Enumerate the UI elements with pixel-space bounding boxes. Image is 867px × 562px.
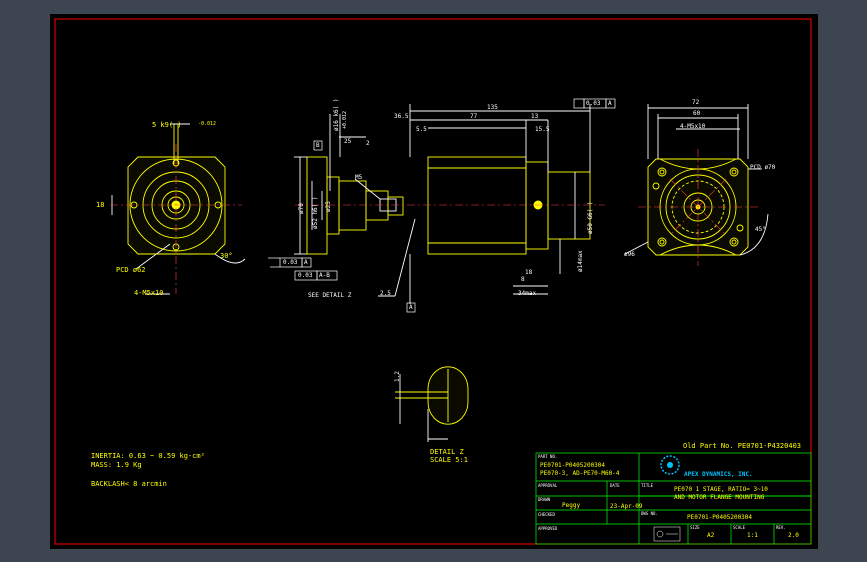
datum-a: A (409, 304, 413, 311)
dim-77: 77 (470, 113, 478, 120)
par-value: 0.03 (586, 100, 601, 107)
dim-13: 13 (531, 113, 539, 120)
dim-motor-pilot: ø50 G6( ) (587, 201, 594, 234)
company-name: APEX DYNAMICS, INC. (684, 471, 753, 478)
part-no-2: PE070-3, AD-PE70-M60-4 (540, 470, 620, 477)
front-dim-18: 18 (96, 201, 105, 209)
old-part-number: Old Part No. PE0701-P4320403 (683, 442, 802, 450)
drawn-date: 23-Apr-09 (610, 503, 643, 510)
note-inertia: INERTIA: 0.63 ~ 0.59 kg-cm² (91, 452, 205, 460)
dwg-no-label: DWG NO. (641, 511, 658, 516)
rear-dia-96: ø96 (624, 251, 635, 258)
dim-shaft-tol: +0.012 (342, 110, 348, 129)
size-label: SIZE (690, 525, 700, 530)
dim-2-5: 2.5 (380, 290, 391, 297)
datum-b: B (316, 142, 320, 149)
sheet-size: A2 (707, 532, 715, 539)
dwg-number: PE0701-P0405200304 (687, 514, 753, 521)
detail-dim: 1.2 (394, 371, 401, 382)
rear-dim-60: 60 (693, 110, 701, 117)
checked-label: CHECKED (538, 512, 555, 517)
front-holes: 4-M5x10 (134, 289, 164, 297)
dim-shaft: ø16 k6( ) (333, 98, 340, 131)
dim-overall: 135 (487, 104, 498, 111)
dim-18: 18 (525, 269, 533, 276)
front-pcd: PCD ø62 (116, 266, 146, 274)
drawn-by: Peggy (562, 502, 581, 509)
front-key-dim: 5 k9( ) (152, 121, 182, 129)
drawing-scale: 1:1 (747, 532, 758, 539)
drawn-label: DRAWN (538, 497, 551, 502)
revision: 2.0 (788, 532, 799, 539)
drawing-title-2: AND MOTOR FLANGE MOUNTING (674, 494, 765, 501)
dim-15-5: 15.5 (535, 126, 550, 133)
rear-dim-72: 72 (692, 99, 700, 106)
par-ref: A (608, 100, 612, 107)
front-angle: 30° (220, 252, 233, 260)
tol2-value: 0.03 (298, 272, 313, 279)
dim-m5: M5 (355, 174, 363, 181)
date-label: DATE (610, 483, 620, 488)
tol2-ref: A-B (319, 272, 330, 279)
dim-36-5: 36.5 (394, 113, 409, 120)
detail-scale: SCALE 5:1 (430, 456, 468, 464)
rev-label: REV. (776, 525, 786, 530)
part-no-label: PART NO. (538, 454, 558, 459)
note-backlash: BACKLASH< 8 arcmin (91, 480, 167, 488)
drawing-border (54, 18, 812, 545)
dim-70: ø70 (298, 203, 305, 214)
tol1-ref: A (304, 259, 308, 266)
note-mass: MASS: 1.9 Kg (91, 461, 142, 469)
dim-pilot: ø52 h6( ) (312, 196, 319, 229)
dim-25: 25 (344, 138, 352, 145)
approval-label: APPROVAL (538, 483, 558, 488)
rear-pcd: PCD ø70 (750, 164, 776, 171)
approved-label: APPROVED (538, 526, 558, 531)
dim-8: 8 (521, 276, 525, 283)
tol1-value: 0.03 (283, 259, 298, 266)
rear-angle: 45° (755, 226, 766, 233)
detail-title: DETAIL Z (430, 448, 464, 456)
front-key-tol: -0.012 (198, 121, 217, 127)
title-label: TITLE (641, 483, 654, 488)
dim-5-5: 5.5 (416, 126, 427, 133)
part-no-1: PE0701-P0405200304 (540, 462, 606, 469)
dim-motor-max: ø14max (577, 250, 584, 272)
dim-2: 2 (366, 140, 370, 147)
dim-34max: 34max (518, 290, 537, 297)
detail-z (395, 366, 469, 442)
rear-holes: 4-M5x10 (680, 123, 706, 130)
scale-label: SCALE (733, 525, 746, 530)
side-view (294, 104, 591, 304)
drawing-canvas (54, 18, 812, 545)
drawing-title-1: PE070 1 STAGE, RATIO= 3~10 (674, 486, 768, 493)
cad-viewport[interactable]: 5 k9( ) -0.012 18 PCD ø62 4-M5x10 30° 13… (50, 14, 818, 549)
tolerance-frames (268, 98, 616, 313)
see-detail-label: SEE DETAIL Z (308, 292, 352, 299)
dim-25-dia: ø25 (325, 201, 332, 212)
